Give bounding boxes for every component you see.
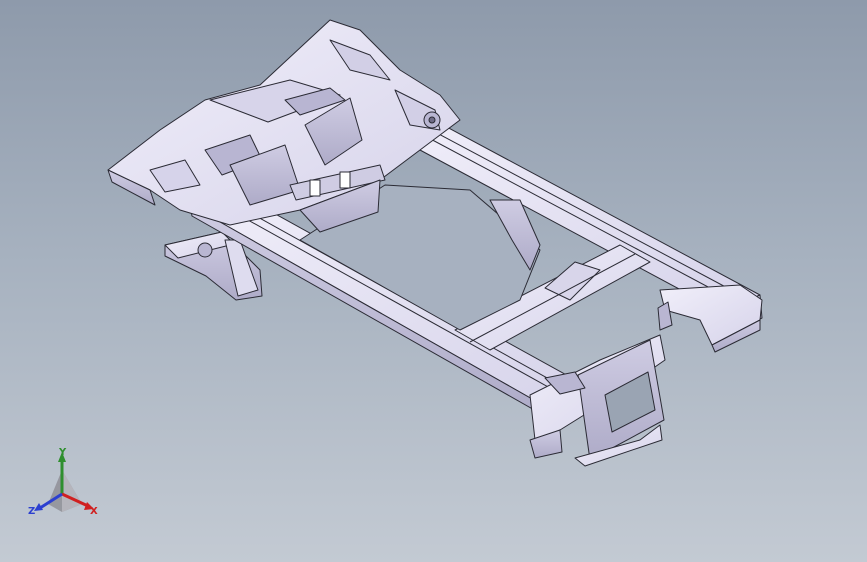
cad-graphics-viewport[interactable]: Y X Z: [0, 0, 867, 562]
view-orientation-triad[interactable]: Y X Z: [26, 448, 106, 522]
right-end-tab: [657, 284, 763, 353]
triad-y-label: Y: [59, 447, 67, 458]
triad-z-label: Z: [28, 506, 36, 517]
triad-x-label: X: [90, 506, 98, 517]
bottom-right-bracket: [529, 334, 666, 467]
sheet-metal-bracket-model[interactable]: [0, 0, 867, 562]
